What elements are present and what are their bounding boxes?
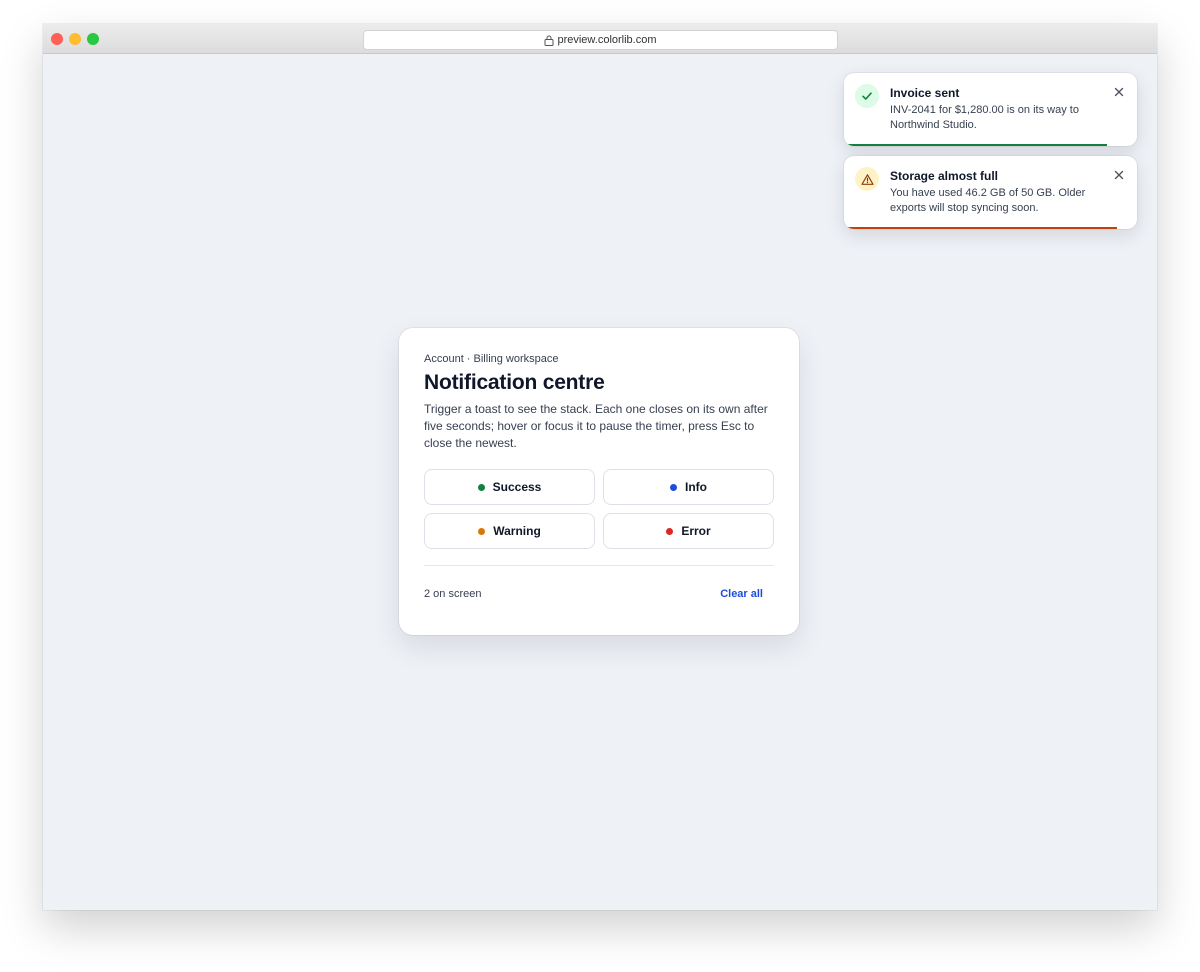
info-button-label: Info: [685, 480, 707, 494]
warning-button[interactable]: Warning: [424, 513, 595, 549]
card-divider: [424, 565, 774, 566]
address-bar[interactable]: preview.colorlib.com: [363, 30, 838, 50]
clear-all-button[interactable]: Clear all: [720, 588, 763, 600]
warning-dot-icon: [478, 527, 486, 535]
toast-progress-bar: [844, 144, 1108, 146]
browser-titlebar: preview.colorlib.com: [43, 24, 1157, 54]
toast-progress-bar: [844, 227, 1118, 229]
toast-message: INV-2041 for $1,280.00 is on its way to …: [890, 104, 1079, 131]
browser-window: preview.colorlib.com Account · Billing w…: [43, 24, 1157, 910]
error-button[interactable]: Error: [603, 513, 774, 549]
info-button[interactable]: Info: [603, 469, 774, 505]
toast-count: 2 on screen: [424, 588, 482, 600]
close-window-button[interactable]: [51, 33, 63, 45]
page-content: Account · Billing workspace Notification…: [43, 54, 1157, 910]
error-button-label: Error: [681, 524, 711, 538]
minimize-window-button[interactable]: [69, 33, 81, 45]
info-dot-icon: [670, 483, 677, 491]
toast-success[interactable]: Invoice sent INV-2041 for $1,280.00 is o…: [844, 73, 1137, 146]
toast-title: Storage almost full: [890, 169, 999, 183]
close-icon[interactable]: [1113, 86, 1125, 98]
error-dot-icon: [666, 527, 674, 535]
trigger-button-grid: Success Info Warning Error: [424, 469, 774, 549]
page-title: Notification centre: [424, 371, 605, 394]
card-footer: 2 on screen Clear all: [424, 588, 774, 600]
success-dot-icon: [477, 483, 485, 491]
lock-icon: [544, 35, 554, 46]
card-description: Trigger a toast to see the stack. Each o…: [424, 402, 768, 450]
toast-message: You have used 46.2 GB of 50 GB. Older ex…: [890, 187, 1086, 214]
toast-icon-circle: [855, 84, 879, 108]
check-icon: [862, 92, 872, 100]
warning-button-label: Warning: [493, 524, 541, 538]
success-button-label: Success: [492, 480, 542, 494]
toast-warning[interactable]: Storage almost full You have used 46.2 G…: [844, 156, 1137, 229]
notification-centre-card: Account · Billing workspace Notification…: [399, 328, 799, 635]
toast-title: Invoice sent: [890, 86, 960, 100]
breadcrumb: Account · Billing workspace: [424, 353, 559, 365]
url-text: preview.colorlib.com: [557, 34, 657, 46]
warning-icon: [860, 173, 874, 185]
maximize-window-button[interactable]: [87, 33, 99, 45]
close-icon[interactable]: [1113, 169, 1125, 181]
toast-icon-circle: [855, 167, 879, 191]
success-button[interactable]: Success: [424, 469, 595, 505]
